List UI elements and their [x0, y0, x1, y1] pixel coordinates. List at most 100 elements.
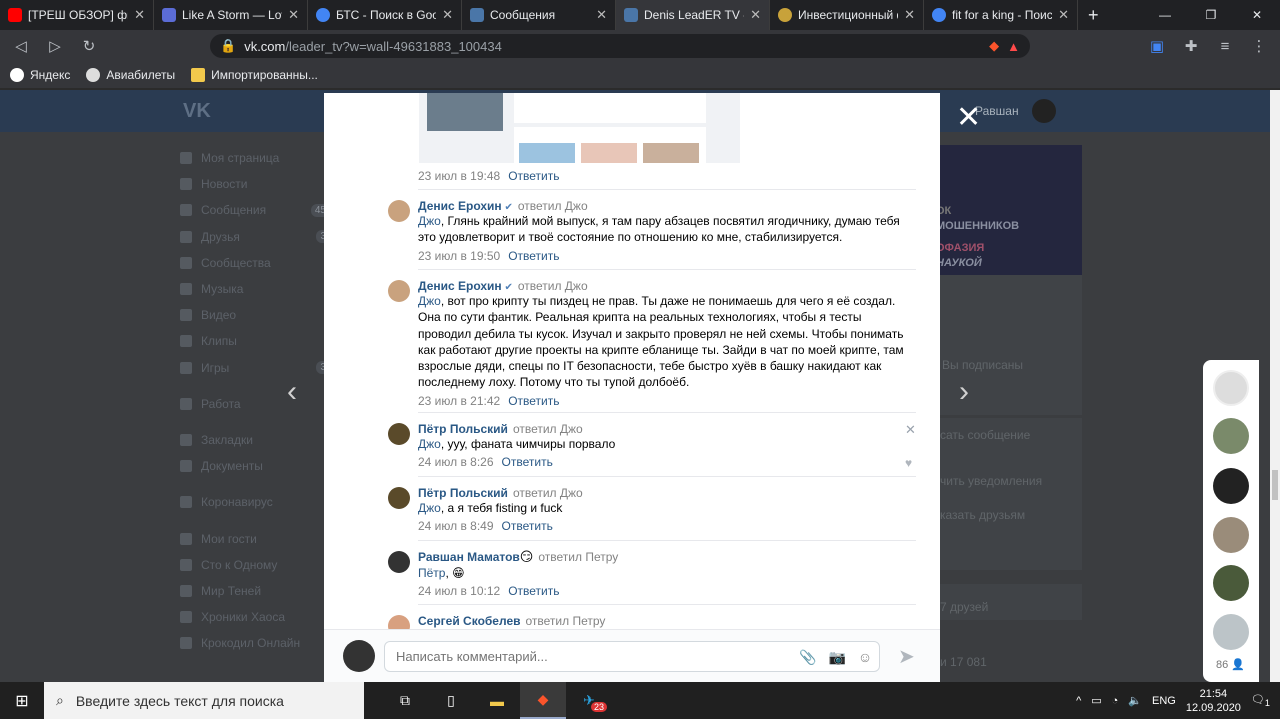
comment-author[interactable]: Пётр Польский	[418, 422, 508, 436]
user-avatar[interactable]	[1032, 99, 1056, 123]
subscribed-button[interactable]: Вы подписаны	[942, 358, 1023, 372]
browser-tab-active[interactable]: Denis LeadER TV - \ ✕	[616, 0, 770, 30]
reload-icon[interactable]: ↻	[76, 37, 102, 55]
clock[interactable]: 21:54 12.09.2020	[1186, 687, 1241, 715]
sidebar-item[interactable]: Крокодил Онлайн	[180, 630, 330, 656]
sidebar-item[interactable]: Сообщения 45	[180, 197, 330, 223]
close-icon[interactable]: ✕	[288, 7, 299, 23]
translate-icon[interactable]: ▣	[1144, 37, 1170, 55]
sidebar-item[interactable]: Мои гости	[180, 525, 330, 551]
close-window-icon[interactable]: ✕	[1234, 0, 1280, 30]
notifications-link[interactable]: чить уведомления	[940, 474, 1042, 488]
mention-link[interactable]: Пётр	[418, 566, 445, 580]
avatar[interactable]	[388, 280, 410, 302]
browser-tab[interactable]: БТС - Поиск в Goog ✕	[308, 0, 462, 30]
scroll-thumb[interactable]	[1272, 470, 1278, 500]
sidebar-item[interactable]: Моя страница	[180, 145, 330, 171]
replied-to[interactable]: ответил Джо	[518, 279, 588, 293]
avatar[interactable]	[1213, 517, 1249, 553]
avatar[interactable]	[388, 423, 410, 445]
next-arrow-icon[interactable]: ›	[959, 375, 969, 409]
reply-link[interactable]: Ответить	[508, 394, 559, 408]
close-icon[interactable]: ✕	[442, 7, 453, 23]
browser-tab[interactable]: [ТРЕШ ОБЗОР] фил✕	[0, 0, 154, 30]
avatar[interactable]	[388, 615, 410, 629]
replied-to[interactable]: ответил Джо	[513, 422, 583, 436]
address-bar[interactable]: 🔒 vk.com/leader_tv?w=wall-49631883_10043…	[210, 34, 1030, 58]
reply-link[interactable]: Ответить	[502, 455, 553, 469]
replied-to[interactable]: ответил Петру	[526, 614, 606, 628]
mention-link[interactable]: Джо	[418, 214, 441, 228]
page-scrollbar[interactable]	[1270, 90, 1280, 682]
sidebar-item[interactable]: Коронавирус	[180, 489, 330, 515]
sidebar-item[interactable]: Друзья3	[180, 224, 330, 250]
avatar[interactable]	[1213, 468, 1249, 504]
comment-author[interactable]: Пётр Польский	[418, 486, 508, 500]
friends-online-count[interactable]: 86 👤	[1216, 658, 1245, 671]
brave-shield-icon[interactable]: ◆	[989, 38, 999, 54]
browser-tab[interactable]: Сообщения ✕	[462, 0, 616, 30]
sidebar-item[interactable]: Хроники Хаоса	[180, 604, 330, 630]
reply-link[interactable]: Ответить	[502, 519, 553, 533]
volume-icon[interactable]: 🔈	[1128, 694, 1142, 707]
replied-to[interactable]: ответил Джо	[518, 199, 588, 213]
task-view-icon[interactable]: ⧉	[382, 682, 428, 719]
media-icon[interactable]: ≡	[1212, 38, 1238, 55]
sidebar-item[interactable]: Мир Теней	[180, 578, 330, 604]
bookmark-yandex[interactable]: Яндекс	[10, 68, 70, 82]
reply-link[interactable]: Ответить	[508, 584, 559, 598]
sidebar-item[interactable]: Работа	[180, 391, 330, 417]
avatar[interactable]	[1213, 418, 1249, 454]
avatar[interactable]	[1213, 614, 1249, 650]
replied-to[interactable]: ответил Джо	[513, 486, 583, 500]
comment-author[interactable]: Сергей Скобелев	[418, 614, 521, 628]
reply-link[interactable]: Ответить	[508, 169, 559, 183]
camera-icon[interactable]: 📷	[828, 649, 845, 666]
sidebar-item[interactable]: Игры3	[180, 355, 330, 381]
network-icon[interactable]: ▭	[1091, 694, 1101, 707]
brave-icon[interactable]: ◆	[520, 682, 566, 719]
close-icon[interactable]: ✕	[1058, 7, 1069, 23]
forward-icon[interactable]: ▷	[42, 37, 68, 55]
send-icon[interactable]: ➤	[898, 644, 915, 669]
comment-author[interactable]: Равшан Маматов	[418, 550, 520, 564]
vk-logo[interactable]: VK	[183, 100, 211, 123]
bookmark-avia[interactable]: Авиабилеты	[86, 68, 175, 82]
browser-tab[interactable]: Like A Storm — Love✕	[154, 0, 308, 30]
emoji-icon[interactable]: ☺	[858, 649, 872, 666]
menu-icon[interactable]: ⋮	[1246, 37, 1272, 55]
wifi-icon[interactable]: ◔	[1112, 695, 1119, 707]
comment-author[interactable]: Денис Ерохин	[418, 199, 502, 213]
sidebar-item[interactable]: Сто к Одному	[180, 552, 330, 578]
sidebar-item[interactable]: Видео	[180, 302, 330, 328]
comment-date[interactable]: 24 июл в 8:49	[418, 519, 494, 533]
browser-tab[interactable]: Инвестиционный ф ✕	[770, 0, 924, 30]
avatar[interactable]	[388, 551, 410, 573]
close-icon[interactable]: ✕	[750, 7, 761, 23]
sidebar-item[interactable]: Сообщества	[180, 250, 330, 276]
extensions-icon[interactable]: ✚	[1178, 37, 1204, 55]
sidebar-item[interactable]: Клипы	[180, 328, 330, 354]
close-icon[interactable]: ✕	[904, 7, 915, 23]
close-icon[interactable]: ✕	[134, 7, 145, 23]
tell-friends-link[interactable]: казать друзьям	[940, 508, 1025, 522]
comment-date[interactable]: 24 июл в 10:12	[418, 584, 500, 598]
close-icon[interactable]: ✕	[596, 7, 607, 23]
brave-rewards-icon[interactable]: ▲	[1007, 39, 1020, 54]
avatar[interactable]	[388, 200, 410, 222]
friends-count[interactable]: 7 друзей	[940, 600, 988, 614]
back-icon[interactable]: ◁	[8, 37, 34, 55]
close-modal-icon[interactable]: ✕	[956, 100, 981, 135]
minimize-icon[interactable]: —	[1142, 0, 1188, 30]
comment-date[interactable]: 23 июл в 19:50	[418, 249, 500, 263]
sidebar-item[interactable]: Музыка	[180, 276, 330, 302]
sidebar-item[interactable]: Закладки	[180, 427, 330, 453]
vk-user-name[interactable]: Равшан	[975, 104, 1019, 118]
windows-start-icon[interactable]: ⊞	[0, 682, 44, 719]
notifications-icon[interactable]: 🗨1	[1251, 693, 1270, 708]
comment-date[interactable]: 24 июл в 8:26	[418, 455, 494, 469]
mention-link[interactable]: Джо	[418, 437, 441, 451]
bookmark-imported[interactable]: Импортированны...	[191, 68, 318, 82]
attach-icon[interactable]: 📎	[799, 649, 816, 666]
replied-to[interactable]: ответил Петру	[538, 550, 618, 564]
